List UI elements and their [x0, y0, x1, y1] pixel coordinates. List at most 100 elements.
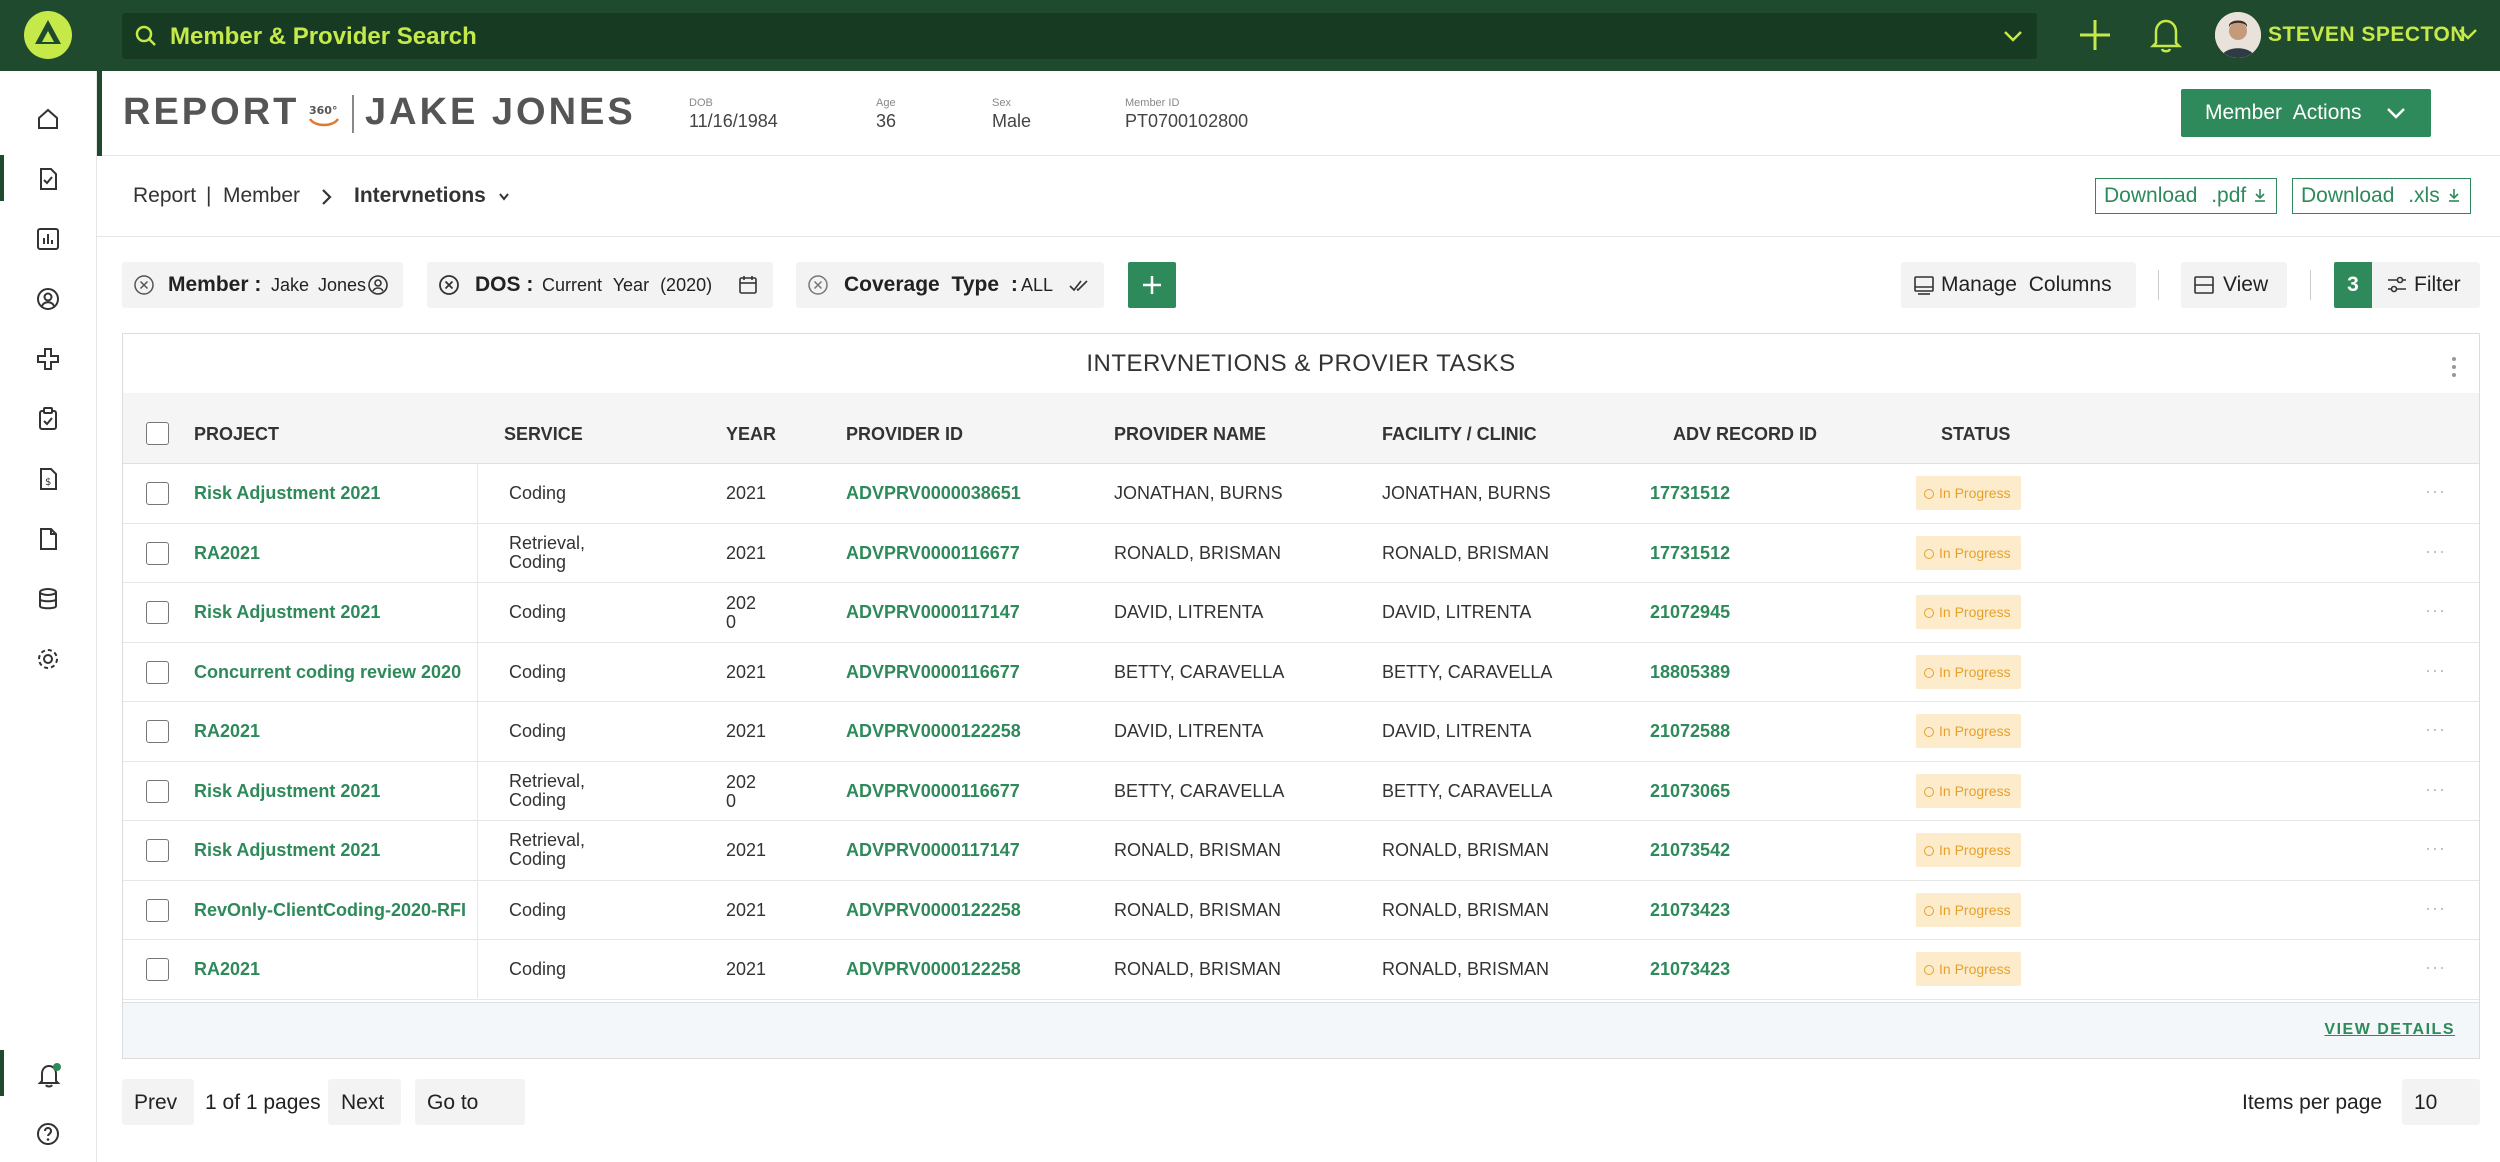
member-provider-search[interactable]: Member & Provider Search — [122, 13, 2037, 59]
table-row[interactable]: RevOnly-ClientCoding-2020-RFI Coding 2021 A… — [123, 881, 2479, 940]
sidebar-item-settings[interactable] — [0, 633, 97, 683]
sidebar-item-report[interactable] — [0, 153, 97, 203]
project-link[interactable]: RA2021 — [194, 543, 494, 564]
more-vertical-icon[interactable] — [2451, 356, 2457, 378]
sidebar-item-data[interactable] — [0, 573, 97, 623]
row-more-icon[interactable]: ··· — [2425, 600, 2446, 621]
row-checkbox[interactable] — [146, 898, 169, 922]
provider-id-link[interactable]: ADVPRV0000038651 — [846, 483, 1021, 504]
provider-id-link[interactable]: ADVPRV0000122258 — [846, 900, 1021, 921]
sidebar-item-notifications[interactable] — [0, 1048, 97, 1098]
breadcrumb-report[interactable]: Report — [133, 184, 196, 208]
table-row[interactable]: Concurrent coding review 2020 Coding 2021 A… — [123, 643, 2479, 702]
provider-id-link[interactable]: ADVPRV0000116677 — [846, 662, 1020, 683]
provider-id-link[interactable]: ADVPRV0000116677 — [846, 543, 1020, 564]
row-checkbox[interactable] — [146, 720, 169, 743]
close-icon[interactable] — [438, 274, 460, 296]
row-more-icon[interactable]: ··· — [2425, 481, 2446, 502]
close-icon[interactable] — [133, 274, 155, 296]
column-header-adv-record-id[interactable]: ADV RECORD ID — [1673, 424, 1817, 445]
close-icon[interactable] — [807, 274, 829, 296]
items-per-page-select[interactable]: 10 — [2402, 1079, 2480, 1125]
calendar-icon[interactable] — [737, 274, 759, 296]
chevron-down-icon[interactable] — [2001, 24, 2025, 48]
row-more-icon[interactable]: ··· — [2425, 779, 2446, 800]
row-more-icon[interactable]: ··· — [2425, 838, 2446, 859]
table-row[interactable]: Risk Adjustment 2021 Coding 2021 ADVPRV0000… — [123, 464, 2479, 524]
filter-chip-coverage[interactable]: Coverage Type : ALL — [796, 262, 1104, 308]
manage-columns-button[interactable]: Manage Columns — [1901, 262, 2136, 308]
row-checkbox[interactable] — [146, 541, 169, 565]
download-pdf-button[interactable]: Download .pdf — [2095, 178, 2278, 214]
row-checkbox[interactable] — [146, 779, 169, 803]
adv-record-id-link[interactable]: 21073542 — [1650, 840, 1730, 861]
column-header-provider-name[interactable]: PROVIDER NAME — [1114, 424, 1266, 445]
adv-record-id-link[interactable]: 18805389 — [1650, 662, 1730, 683]
adv-record-id-link[interactable]: 21073065 — [1650, 781, 1730, 802]
table-row[interactable]: RA2021 Coding 2021 ADVPRV0000122258 RONALD, … — [123, 940, 2479, 1000]
column-header-year[interactable]: YEAR — [726, 424, 776, 445]
project-link[interactable]: RevOnly-ClientCoding-2020-RFI — [194, 900, 494, 921]
provider-id-link[interactable]: ADVPRV0000122258 — [846, 959, 1021, 980]
filter-count-badge[interactable]: 3 — [2334, 262, 2372, 308]
row-checkbox[interactable] — [146, 958, 169, 981]
column-header-project[interactable]: PROJECT — [194, 424, 279, 445]
adv-record-id-link[interactable]: 21072945 — [1650, 602, 1730, 623]
sidebar-item-documents[interactable] — [0, 513, 97, 563]
sidebar-item-providers[interactable] — [0, 333, 97, 383]
sidebar-item-analytics[interactable] — [0, 213, 97, 263]
chevron-down-icon[interactable] — [2456, 22, 2480, 46]
bell-icon[interactable] — [2148, 15, 2184, 55]
column-header-service[interactable]: SERVICE — [504, 424, 583, 445]
project-link[interactable]: Risk Adjustment 2021 — [194, 840, 494, 861]
prev-page-button[interactable]: Prev — [122, 1079, 194, 1125]
provider-id-link[interactable]: ADVPRV0000117147 — [846, 840, 1020, 861]
member-actions-button[interactable]: Member Actions — [2181, 89, 2431, 137]
row-checkbox[interactable] — [146, 660, 169, 684]
row-more-icon[interactable]: ··· — [2425, 719, 2446, 740]
row-checkbox[interactable] — [146, 482, 169, 505]
row-more-icon[interactable]: ··· — [2425, 957, 2446, 978]
adv-record-id-link[interactable]: 17731512 — [1650, 483, 1730, 504]
adv-record-id-link[interactable]: 21072588 — [1650, 721, 1730, 742]
filter-chip-member[interactable]: Member : Jake Jones — [122, 262, 403, 308]
provider-id-link[interactable]: ADVPRV0000117147 — [846, 602, 1020, 623]
column-header-provider-id[interactable]: PROVIDER ID — [846, 424, 963, 445]
goto-page-input[interactable]: Go to — [415, 1079, 525, 1125]
sidebar-item-tasks[interactable] — [0, 393, 97, 443]
table-row[interactable]: Risk Adjustment 2021 Coding 2020 ADVPRV0000… — [123, 583, 2479, 643]
row-more-icon[interactable]: ··· — [2425, 898, 2446, 919]
sidebar-item-home[interactable] — [0, 93, 97, 143]
user-name[interactable]: STEVEN SPECTON — [2268, 23, 2466, 47]
row-more-icon[interactable]: ··· — [2425, 660, 2446, 681]
project-link[interactable]: Risk Adjustment 2021 — [194, 483, 494, 504]
breadcrumb-member[interactable]: Member — [223, 184, 300, 208]
sidebar-item-members[interactable] — [0, 273, 97, 323]
project-link[interactable]: RA2021 — [194, 721, 494, 742]
breadcrumb-current[interactable]: Intervnetions — [354, 184, 486, 208]
adv-record-id-link[interactable]: 17731512 — [1650, 543, 1730, 564]
filter-chip-dos[interactable]: DOS : Current Year (2020) — [427, 262, 773, 308]
project-link[interactable]: Risk Adjustment 2021 — [194, 602, 494, 623]
view-details-link[interactable]: VIEW DETAILS — [2324, 1021, 2455, 1039]
sidebar-item-help[interactable] — [0, 1108, 97, 1158]
column-header-facility[interactable]: FACILITY / CLINIC — [1382, 424, 1537, 445]
table-row[interactable]: RA2021 Retrieval, Coding 2021 ADVPRV0000116… — [123, 524, 2479, 583]
project-link[interactable]: RA2021 — [194, 959, 494, 980]
avatar[interactable] — [2215, 12, 2261, 58]
next-page-button[interactable]: Next — [328, 1079, 401, 1125]
provider-id-link[interactable]: ADVPRV0000116677 — [846, 781, 1020, 802]
filter-button[interactable]: Filter — [2372, 262, 2480, 308]
row-more-icon[interactable]: ··· — [2425, 541, 2446, 562]
app-logo[interactable] — [24, 11, 72, 59]
view-button[interactable]: View — [2181, 262, 2287, 308]
table-row[interactable]: Risk Adjustment 2021 Retrieval, Coding 202… — [123, 821, 2479, 881]
sidebar-item-billing[interactable]: $ — [0, 453, 97, 503]
select-all-checkbox[interactable] — [146, 422, 169, 445]
row-checkbox[interactable] — [146, 839, 169, 862]
adv-record-id-link[interactable]: 21073423 — [1650, 959, 1730, 980]
column-header-status[interactable]: STATUS — [1941, 424, 2010, 445]
chevron-down-icon[interactable] — [497, 191, 511, 203]
table-row[interactable]: Risk Adjustment 2021 Retrieval, Coding 202… — [123, 762, 2479, 821]
project-link[interactable]: Concurrent coding review 2020 — [194, 662, 494, 683]
